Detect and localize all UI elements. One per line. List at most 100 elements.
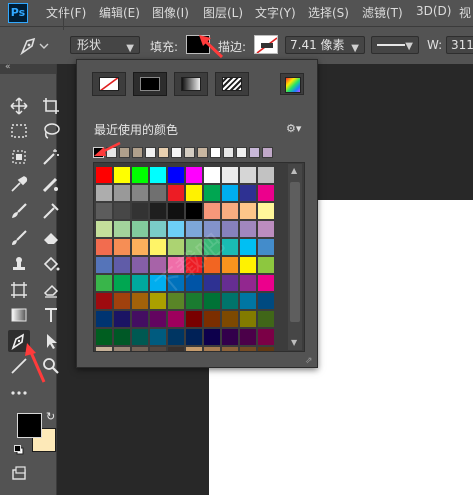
color-swatch[interactable] bbox=[204, 257, 220, 273]
color-swatch[interactable] bbox=[258, 239, 274, 255]
eraser-tool[interactable] bbox=[40, 227, 62, 249]
color-swatch[interactable] bbox=[258, 167, 274, 183]
color-swatch[interactable] bbox=[204, 221, 220, 237]
stroke-style-dropdown[interactable]: ▼ bbox=[371, 36, 419, 54]
move-tool[interactable] bbox=[8, 95, 30, 117]
color-swatch[interactable] bbox=[114, 275, 130, 291]
recent-color-swatch[interactable] bbox=[236, 147, 247, 158]
color-swatch[interactable] bbox=[186, 257, 202, 273]
recent-color-swatch[interactable] bbox=[197, 147, 208, 158]
magic-wand-tool[interactable] bbox=[40, 146, 62, 168]
color-swatch[interactable] bbox=[114, 329, 130, 345]
stroke-width-field[interactable]: 7.41 像素 ▼ bbox=[285, 36, 365, 54]
color-swatch[interactable] bbox=[240, 185, 256, 201]
lasso-tool[interactable] bbox=[40, 120, 62, 142]
color-swatch[interactable] bbox=[132, 293, 148, 309]
edit-toolbar-button[interactable] bbox=[8, 382, 30, 404]
color-swatch[interactable] bbox=[114, 347, 130, 351]
color-swatch[interactable] bbox=[150, 185, 166, 201]
color-swatch[interactable] bbox=[150, 203, 166, 219]
color-swatch[interactable] bbox=[96, 257, 112, 273]
color-swatch[interactable] bbox=[204, 185, 220, 201]
color-swatch[interactable] bbox=[168, 275, 184, 291]
color-swatch[interactable] bbox=[186, 347, 202, 351]
color-swatch[interactable] bbox=[186, 293, 202, 309]
color-swatch[interactable] bbox=[258, 329, 274, 345]
menu-layer[interactable]: 图层(L) bbox=[203, 4, 243, 21]
color-swatch[interactable] bbox=[222, 221, 238, 237]
color-swatch[interactable] bbox=[222, 203, 238, 219]
color-swatch[interactable] bbox=[222, 167, 238, 183]
color-swatch[interactable] bbox=[240, 347, 256, 351]
zoom-tool[interactable] bbox=[40, 355, 62, 377]
scroll-down-icon[interactable]: ▼ bbox=[291, 338, 297, 347]
color-swatch[interactable] bbox=[240, 275, 256, 291]
color-swatch[interactable] bbox=[258, 293, 274, 309]
color-swatch[interactable] bbox=[114, 203, 130, 219]
color-swatch[interactable] bbox=[150, 311, 166, 327]
color-swatch[interactable] bbox=[96, 167, 112, 183]
color-swatch[interactable] bbox=[258, 257, 274, 273]
default-colors-icon[interactable] bbox=[14, 440, 24, 455]
color-swatch[interactable] bbox=[96, 203, 112, 219]
recent-color-swatch[interactable] bbox=[223, 147, 234, 158]
color-swatch[interactable] bbox=[258, 203, 274, 219]
fill-type-gradient[interactable] bbox=[174, 72, 208, 96]
gradient-tool[interactable] bbox=[8, 304, 30, 326]
marquee-tool[interactable] bbox=[8, 120, 30, 142]
color-swatch[interactable] bbox=[168, 167, 184, 183]
recent-color-swatch[interactable] bbox=[249, 147, 260, 158]
tools-panel-header[interactable]: « bbox=[0, 62, 56, 74]
line-tool[interactable] bbox=[8, 355, 30, 377]
color-swatch[interactable] bbox=[132, 221, 148, 237]
gear-icon[interactable]: ⚙▾ bbox=[286, 122, 301, 135]
color-swatch[interactable] bbox=[222, 239, 238, 255]
color-swatch[interactable] bbox=[150, 167, 166, 183]
color-swatch[interactable] bbox=[258, 275, 274, 291]
color-swatch[interactable] bbox=[240, 293, 256, 309]
color-swatch[interactable] bbox=[258, 221, 274, 237]
color-swatch[interactable] bbox=[132, 203, 148, 219]
color-swatch[interactable] bbox=[132, 329, 148, 345]
color-swatch[interactable] bbox=[204, 347, 220, 351]
color-swatch[interactable] bbox=[96, 329, 112, 345]
recent-color-swatch[interactable] bbox=[184, 147, 195, 158]
color-swatch[interactable] bbox=[186, 311, 202, 327]
color-swatch[interactable] bbox=[240, 221, 256, 237]
recent-color-swatch[interactable] bbox=[93, 147, 104, 158]
color-swatch[interactable] bbox=[186, 221, 202, 237]
color-swatch[interactable] bbox=[114, 257, 130, 273]
stroke-color-swatch[interactable] bbox=[254, 35, 278, 54]
color-swatch[interactable] bbox=[132, 185, 148, 201]
color-swatch[interactable] bbox=[150, 239, 166, 255]
color-swatch[interactable] bbox=[168, 257, 184, 273]
color-swatch[interactable] bbox=[168, 185, 184, 201]
color-swatch[interactable] bbox=[258, 347, 274, 351]
color-swatch[interactable] bbox=[222, 329, 238, 345]
color-swatch[interactable] bbox=[96, 293, 112, 309]
color-swatch[interactable] bbox=[132, 167, 148, 183]
resize-grip-icon[interactable]: ⇗ bbox=[305, 356, 313, 366]
color-swatch[interactable] bbox=[204, 167, 220, 183]
color-swatch[interactable] bbox=[204, 239, 220, 255]
color-swatch[interactable] bbox=[204, 203, 220, 219]
color-swatch[interactable] bbox=[96, 275, 112, 291]
crop-tool[interactable] bbox=[40, 95, 62, 117]
color-swatch[interactable] bbox=[222, 293, 238, 309]
screen-mode-button[interactable] bbox=[8, 462, 30, 484]
menu-file[interactable]: 文件(F) bbox=[46, 4, 86, 21]
color-swatch[interactable] bbox=[222, 311, 238, 327]
fill-color-swatch[interactable] bbox=[186, 35, 210, 54]
color-swatch[interactable] bbox=[96, 239, 112, 255]
color-swatch[interactable] bbox=[240, 239, 256, 255]
fill-type-solid-color[interactable] bbox=[133, 72, 167, 96]
recent-color-swatch[interactable] bbox=[171, 147, 182, 158]
color-swatch[interactable] bbox=[240, 257, 256, 273]
pen-tool[interactable] bbox=[8, 330, 30, 352]
color-swatch[interactable] bbox=[150, 257, 166, 273]
brush-tool[interactable] bbox=[8, 200, 30, 222]
width-field[interactable]: 311. bbox=[446, 36, 473, 54]
spot-healing-tool[interactable] bbox=[40, 173, 62, 195]
color-swatch[interactable] bbox=[204, 293, 220, 309]
color-swatch[interactable] bbox=[96, 221, 112, 237]
